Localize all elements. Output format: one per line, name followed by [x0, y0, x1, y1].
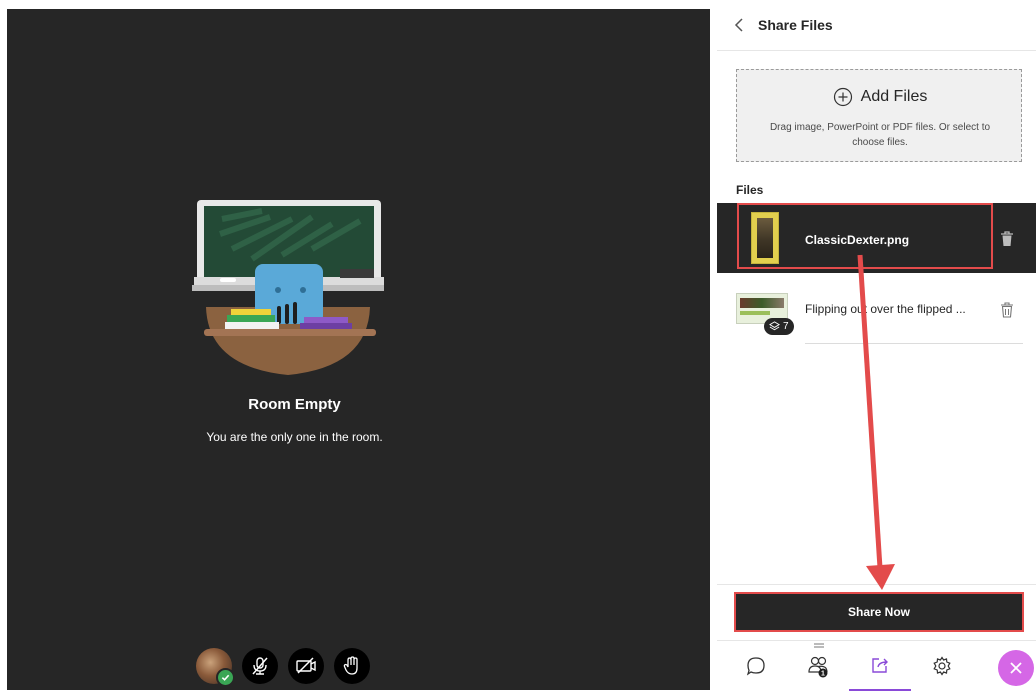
- add-files-dropzone[interactable]: Add Files Drag image, PowerPoint or PDF …: [736, 69, 1022, 162]
- plus-circle-icon: [833, 87, 852, 107]
- empty-room-illustration: [192, 200, 384, 375]
- close-panel-button[interactable]: [998, 650, 1034, 686]
- room-empty-title: Room Empty: [248, 396, 341, 413]
- file-item[interactable]: 7 Flipping out over the flipped ...: [717, 286, 1036, 344]
- add-files-hint: Drag image, PowerPoint or PDF files. Or …: [769, 122, 991, 148]
- files-heading: Files: [736, 183, 764, 197]
- trash-icon[interactable]: [1000, 302, 1014, 318]
- tab-settings[interactable]: [911, 641, 973, 691]
- close-icon: [1010, 662, 1022, 674]
- layers-icon: [769, 321, 780, 331]
- file-thumbnail: [751, 212, 779, 264]
- panel-title: Share Files: [758, 17, 833, 33]
- camera-off-icon: [296, 657, 316, 674]
- session-controls: [196, 648, 370, 687]
- tab-participants[interactable]: 1: [787, 641, 849, 691]
- back-chevron-icon[interactable]: [731, 16, 747, 34]
- panel-header: Share Files: [717, 0, 1036, 51]
- page-count: 7: [783, 321, 789, 332]
- divider: [805, 343, 1023, 344]
- share-now-button[interactable]: Share Now: [736, 594, 1022, 630]
- hand-icon: [343, 656, 358, 675]
- file-name: ClassicDexter.png: [805, 233, 910, 247]
- camera-toggle-button[interactable]: [288, 648, 324, 684]
- file-name: Flipping out over the flipped ...: [805, 302, 966, 316]
- share-files-panel: Share Files Add Files Drag image, PowerP…: [717, 0, 1036, 691]
- trash-icon[interactable]: [1000, 231, 1014, 247]
- panel-tab-bar: 1: [717, 640, 1036, 691]
- user-avatar[interactable]: [196, 648, 235, 687]
- room-empty-subtitle: You are the only one in the room.: [206, 430, 383, 444]
- participants-icon: 1: [808, 656, 828, 678]
- tab-chat[interactable]: [725, 641, 787, 691]
- divider: [717, 584, 1036, 585]
- share-icon: [872, 658, 888, 673]
- participants-count: 1: [821, 671, 825, 678]
- tab-share-content[interactable]: [849, 641, 911, 691]
- gear-icon: [933, 656, 951, 676]
- microphone-off-icon: [252, 657, 268, 675]
- mute-microphone-button[interactable]: [242, 648, 278, 684]
- chat-bubble-icon: [746, 657, 765, 676]
- page-count-badge: 7: [764, 318, 794, 335]
- add-files-label: Add Files: [860, 88, 928, 105]
- raise-hand-button[interactable]: [334, 648, 370, 684]
- status-check-icon: [216, 668, 235, 687]
- main-stage: Room Empty You are the only one in the r…: [7, 9, 710, 690]
- file-item-selected[interactable]: ClassicDexter.png: [717, 203, 1036, 273]
